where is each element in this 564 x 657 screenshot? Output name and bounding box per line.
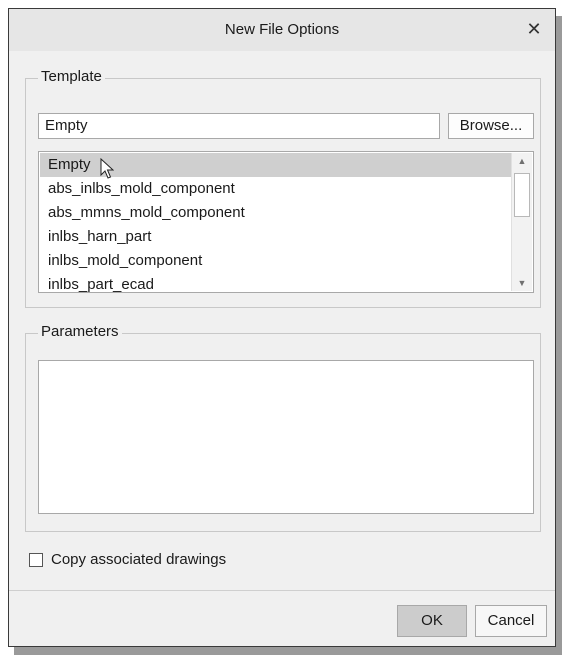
template-list-item-inlbs-mold-component[interactable]: inlbs_mold_component <box>40 249 511 273</box>
scrollbar-thumb[interactable] <box>514 173 530 217</box>
new-file-options-dialog: New File Options ✕ Template Empty Browse… <box>8 8 556 647</box>
parameters-group: Parameters <box>25 323 541 532</box>
mouse-pointer-icon <box>100 158 114 179</box>
template-group: Template Empty Browse... Empty abs_inlbs… <box>25 68 541 308</box>
template-list-item-inlbs-harn-part[interactable]: inlbs_harn_part <box>40 225 511 249</box>
scroll-down-arrow-icon[interactable]: ▼ <box>512 275 532 291</box>
footer-divider <box>9 590 555 591</box>
template-input[interactable]: Empty <box>38 113 440 139</box>
template-list-item-abs-mmns-mold-component[interactable]: abs_mmns_mold_component <box>40 201 511 225</box>
template-list-item-abs-inlbs-mold-component[interactable]: abs_inlbs_mold_component <box>40 177 511 201</box>
parameters-area[interactable] <box>38 360 534 514</box>
parameters-legend: Parameters <box>38 323 122 340</box>
cancel-button[interactable]: Cancel <box>475 605 547 637</box>
template-legend: Template <box>38 68 105 85</box>
ok-button[interactable]: OK <box>397 605 467 637</box>
copy-associated-drawings-checkbox[interactable] <box>29 553 43 567</box>
close-icon[interactable]: ✕ <box>523 18 545 40</box>
template-list-item-inlbs-part-ecad[interactable]: inlbs_part_ecad <box>40 273 511 292</box>
copy-associated-drawings-label: Copy associated drawings <box>51 551 227 568</box>
template-list-scrollbar[interactable]: ▲ ▼ <box>511 153 532 291</box>
browse-button[interactable]: Browse... <box>448 113 534 139</box>
title-bar: New File Options ✕ <box>9 9 555 51</box>
scroll-up-arrow-icon[interactable]: ▲ <box>512 153 532 169</box>
dialog-title: New File Options <box>224 21 340 38</box>
